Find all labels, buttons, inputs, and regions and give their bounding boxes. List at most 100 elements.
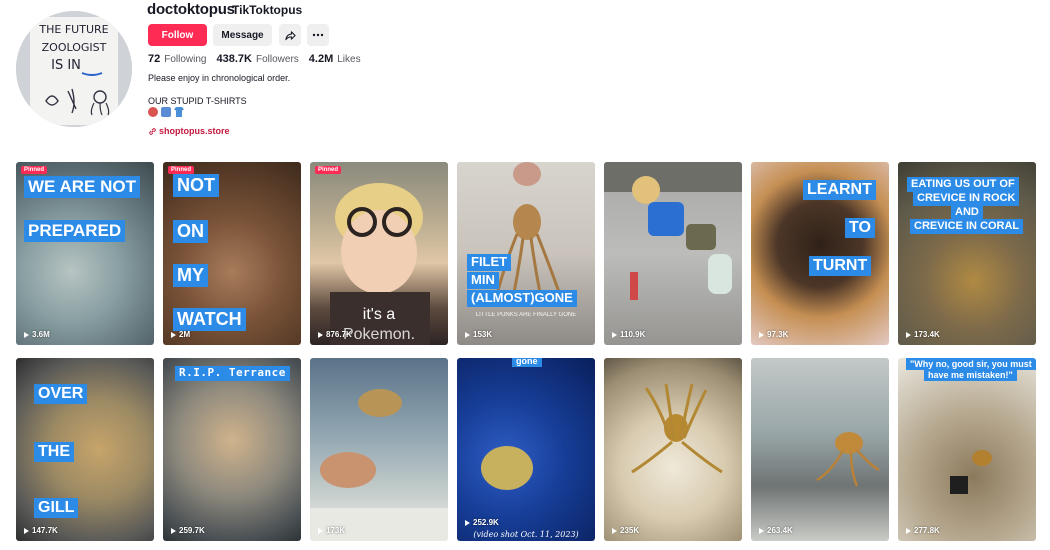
video-views: 235K bbox=[612, 526, 639, 535]
video-card[interactable]: gone (video shot Oct. 11, 2023) 252.9K bbox=[457, 358, 595, 541]
video-views: 153K bbox=[465, 330, 492, 339]
play-icon bbox=[318, 527, 323, 534]
play-icon bbox=[612, 527, 617, 534]
video-caption: CREVICE IN CORAL bbox=[910, 219, 1024, 234]
profile-username: doctoktopus bbox=[147, 1, 235, 18]
video-caption: OVER bbox=[34, 384, 88, 405]
likes-stat: 4.2M Likes bbox=[309, 53, 361, 65]
video-views: 173K bbox=[318, 526, 345, 535]
more-options-button[interactable] bbox=[307, 24, 329, 46]
cup-image bbox=[950, 450, 992, 494]
video-card[interactable]: Pinned it's a Pokemon. 876.7K bbox=[310, 162, 448, 345]
view-count: 277.8K bbox=[914, 526, 940, 535]
play-icon bbox=[906, 331, 911, 338]
play-icon bbox=[465, 519, 470, 526]
video-caption: PREPARED bbox=[24, 220, 126, 242]
video-caption: EATING US OUT OF bbox=[907, 177, 1019, 192]
video-caption: CREVICE IN ROCK bbox=[913, 191, 1020, 206]
child-playing-image bbox=[604, 162, 742, 300]
bio-line-1: Please enjoy in chronological order. bbox=[148, 73, 291, 83]
video-card[interactable]: Pinned NOT ON MY WATCH 2M bbox=[163, 162, 301, 345]
view-count: 147.7K bbox=[32, 526, 58, 535]
bio-line-2: OUR STUPID T-SHIRTS bbox=[148, 96, 247, 106]
avatar-line-3: IS IN bbox=[51, 58, 81, 73]
play-icon bbox=[759, 331, 764, 338]
video-views: 147.7K bbox=[24, 526, 58, 535]
followers-label: Followers bbox=[255, 54, 299, 65]
share-button[interactable] bbox=[279, 24, 301, 46]
video-caption: NOT bbox=[173, 174, 219, 197]
video-card[interactable]: FILET MIN (ALMOST)GONE LITTLE PUNKS ARE … bbox=[457, 162, 595, 345]
view-count: 97.3K bbox=[767, 330, 789, 339]
video-caption: (video shot Oct. 11, 2023) bbox=[473, 530, 579, 539]
video-caption: WE ARE NOT bbox=[24, 176, 140, 198]
aquarium-image bbox=[310, 389, 448, 541]
video-caption: LEARNT bbox=[803, 180, 876, 201]
video-caption: (ALMOST)GONE bbox=[467, 290, 577, 307]
avatar-line-1: THE FUTURE bbox=[38, 23, 108, 36]
video-caption: R.I.P. Terrance bbox=[175, 366, 290, 381]
video-views: 110.9K bbox=[612, 330, 645, 339]
pinned-badge: Pinned bbox=[315, 166, 342, 174]
video-caption: MIN bbox=[467, 272, 499, 289]
more-dots-icon bbox=[312, 33, 324, 37]
octopus-image bbox=[816, 432, 880, 487]
octopus-image bbox=[631, 383, 723, 474]
octopus-emoji-icon bbox=[148, 107, 158, 117]
link-icon bbox=[149, 127, 156, 135]
view-count: 2M bbox=[179, 330, 191, 339]
video-card[interactable]: Pinned WE ARE NOT PREPARED 3.6M bbox=[16, 162, 154, 345]
video-card[interactable]: 173K bbox=[310, 358, 448, 541]
view-count: 173.4K bbox=[914, 330, 940, 339]
video-caption: THE bbox=[34, 442, 74, 463]
avatar-line-2: ZOOLOGIST bbox=[42, 41, 107, 54]
message-button[interactable]: Message bbox=[213, 24, 272, 46]
video-views: 173.4K bbox=[906, 330, 940, 339]
video-card[interactable]: "Why no, good sir, you must have me mist… bbox=[898, 358, 1036, 541]
video-card[interactable]: 110.9K bbox=[604, 162, 742, 345]
video-caption: AND bbox=[951, 205, 983, 220]
video-caption: TURNT bbox=[809, 256, 872, 277]
view-count: 876.7K bbox=[326, 330, 352, 339]
video-card[interactable]: LEARNT TO TURNT 97.3K bbox=[751, 162, 889, 345]
share-icon bbox=[284, 30, 296, 40]
video-views: 876.7K bbox=[318, 330, 352, 339]
video-card[interactable]: OVER THE GILL 147.7K bbox=[16, 358, 154, 541]
video-views: 97.3K bbox=[759, 330, 788, 339]
view-count: 110.9K bbox=[620, 330, 646, 339]
following-count: 72 bbox=[148, 53, 161, 65]
video-caption: WATCH bbox=[173, 308, 246, 331]
video-views: 263.4K bbox=[759, 526, 793, 535]
video-views: 277.8K bbox=[906, 526, 940, 535]
following-label: Following bbox=[164, 54, 207, 65]
play-icon bbox=[24, 527, 29, 534]
view-count: 252.9K bbox=[473, 518, 499, 527]
video-card[interactable]: 263.4K bbox=[751, 358, 889, 541]
video-views: 3.6M bbox=[24, 330, 50, 339]
video-subtitle: LITTLE PUNKS ARE FINALLY GONE bbox=[475, 312, 577, 318]
follow-button[interactable]: Follow bbox=[148, 24, 207, 46]
video-caption: FILET bbox=[467, 254, 512, 271]
play-icon bbox=[24, 331, 29, 338]
down-arrow-emoji-icon bbox=[161, 107, 171, 117]
video-views: 252.9K bbox=[465, 518, 499, 527]
profile-stats: 72 Following 438.7K Followers 4.2M Likes bbox=[148, 53, 371, 65]
video-card[interactable]: 235K bbox=[604, 358, 742, 541]
octopus-image bbox=[481, 446, 533, 490]
following-stat[interactable]: 72 Following bbox=[148, 53, 207, 65]
video-card[interactable]: EATING US OUT OF CREVICE IN ROCK AND CRE… bbox=[898, 162, 1036, 345]
view-count: 153K bbox=[473, 330, 493, 339]
video-caption: ON bbox=[173, 220, 208, 243]
profile-link[interactable]: shoptopus.store bbox=[148, 126, 230, 136]
followers-stat[interactable]: 438.7K Followers bbox=[217, 53, 299, 65]
play-icon bbox=[906, 527, 911, 534]
video-card[interactable]: R.I.P. Terrance 259.7K bbox=[163, 358, 301, 541]
play-icon bbox=[318, 331, 323, 338]
play-icon bbox=[171, 527, 176, 534]
play-icon bbox=[612, 331, 617, 338]
video-views: 2M bbox=[171, 330, 190, 339]
followers-count: 438.7K bbox=[216, 53, 252, 65]
view-count: 235K bbox=[620, 526, 640, 535]
likes-label: Likes bbox=[337, 54, 361, 65]
profile-avatar[interactable]: THE FUTURE ZOOLOGIST IS IN bbox=[16, 11, 132, 127]
